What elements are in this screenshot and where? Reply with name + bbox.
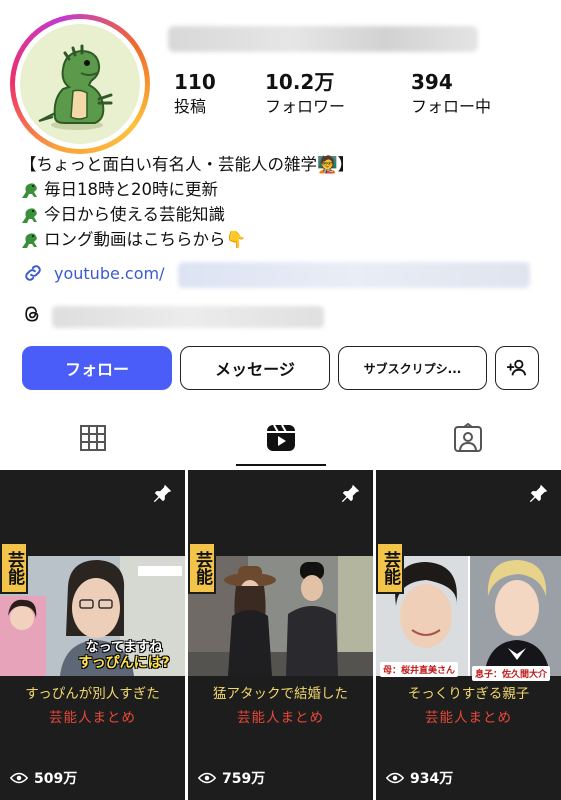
bio-line-row: 今日から使える芸能知識 — [20, 202, 550, 227]
username-blurred — [168, 26, 478, 52]
tab-reels[interactable] — [261, 418, 301, 458]
dinosaur-emoji-icon — [22, 232, 37, 248]
grid-icon — [80, 425, 106, 451]
active-tab-indicator — [236, 464, 326, 466]
reel-views: 759万 — [198, 768, 265, 788]
followers-count: 10.2万 — [265, 70, 335, 94]
view-count: 509万 — [34, 771, 78, 787]
threads-handle-blurred — [52, 306, 324, 328]
profile-avatar-ring[interactable] — [10, 14, 150, 154]
link-icon — [25, 265, 41, 281]
eye-icon — [386, 772, 404, 784]
subscribe-button[interactable]: サブスクリプシ... — [338, 346, 487, 390]
reels-grid: 芸能 なってますね すっぴんには? すっぴんが別人すぎた 芸能人まとめ 509万 — [0, 470, 561, 800]
bio-line: 【ちょっと面白い有名人・芸能人の雑学🧑‍🏫】 — [20, 155, 355, 174]
bio-line-row: ロング動画はこちらから👇 — [20, 227, 550, 252]
reel-views: 509万 — [10, 768, 77, 788]
profile-link[interactable]: youtube.com/ — [22, 262, 164, 284]
thumbnail-overlay-text: すっぴんには? — [78, 655, 170, 671]
message-button[interactable]: メッセージ — [180, 346, 330, 390]
reel-caption-line2: 芸能人まとめ — [425, 710, 512, 726]
reel-tile[interactable]: 芸能 猛アタックで結婚した 芸能人まとめ 759万 — [188, 470, 373, 800]
threads-link[interactable] — [22, 304, 42, 324]
reel-tile[interactable]: 芸能 なってますね すっぴんには? すっぴんが別人すぎた 芸能人まとめ 509万 — [0, 470, 185, 800]
reel-caption-line1: そっくりすぎる親子 — [407, 686, 530, 702]
reel-caption-line2: 芸能人まとめ — [237, 710, 324, 726]
reel-caption-line1: 猛アタックで結婚した — [213, 686, 348, 702]
reel-tile[interactable]: 母：桜井直美さん 息子：佐久間大介 芸能 そっくりすぎる親子 芸能人まとめ 93… — [376, 470, 561, 800]
following-stat[interactable]: 394 フォロー中 — [411, 70, 491, 118]
add-user-icon — [506, 359, 527, 376]
thumbnail-name-label: 母：桜井直美さん — [380, 662, 459, 677]
reel-caption-line1: すっぴんが別人すぎた — [25, 686, 160, 702]
pin-icon — [153, 484, 172, 503]
pin-icon — [341, 484, 360, 503]
view-count: 934万 — [410, 771, 454, 787]
dinosaur-avatar-icon — [38, 44, 113, 130]
posts-stat[interactable]: 110 投稿 — [174, 70, 216, 118]
tab-tagged[interactable] — [448, 418, 488, 458]
genre-badge: 芸能 — [188, 542, 216, 594]
link-text: youtube.com/ — [54, 263, 165, 283]
tab-grid[interactable] — [73, 418, 113, 458]
posts-count: 110 — [174, 70, 216, 94]
link-blurred — [178, 262, 530, 288]
followers-stat[interactable]: 10.2万 フォロワー — [265, 70, 345, 118]
posts-label: 投稿 — [174, 97, 207, 116]
reels-icon — [267, 424, 295, 451]
bio-line: 今日から使える芸能知識 — [44, 205, 226, 224]
bio-line: ロング動画はこちらから👇 — [44, 230, 247, 249]
dinosaur-emoji-icon — [22, 207, 37, 223]
bio-line: 毎日18時と20時に更新 — [44, 180, 218, 199]
eye-icon — [198, 772, 216, 784]
threads-icon — [25, 306, 39, 322]
followers-label: フォロワー — [265, 97, 346, 116]
pin-icon — [529, 484, 548, 503]
thumbnail-name-label: 息子：佐久間大介 — [472, 666, 551, 681]
reel-caption-line2: 芸能人まとめ — [49, 710, 136, 726]
following-label: フォロー中 — [411, 97, 492, 116]
reel-views: 934万 — [386, 768, 453, 788]
genre-badge: 芸能 — [376, 542, 404, 594]
bio-line-row: 毎日18時と20時に更新 — [20, 177, 550, 202]
genre-badge: 芸能 — [0, 542, 28, 594]
follow-button[interactable]: フォロー — [22, 346, 172, 390]
following-count: 394 — [411, 70, 453, 94]
dinosaur-emoji-icon — [22, 182, 37, 198]
tagged-icon — [454, 423, 482, 452]
add-user-button[interactable] — [495, 346, 539, 390]
view-count: 759万 — [222, 771, 266, 787]
eye-icon — [10, 772, 28, 784]
avatar — [20, 24, 140, 144]
profile-bio: 【ちょっと面白い有名人・芸能人の雑学🧑‍🏫】 毎日18時と20時に更新 今日から… — [20, 152, 550, 252]
